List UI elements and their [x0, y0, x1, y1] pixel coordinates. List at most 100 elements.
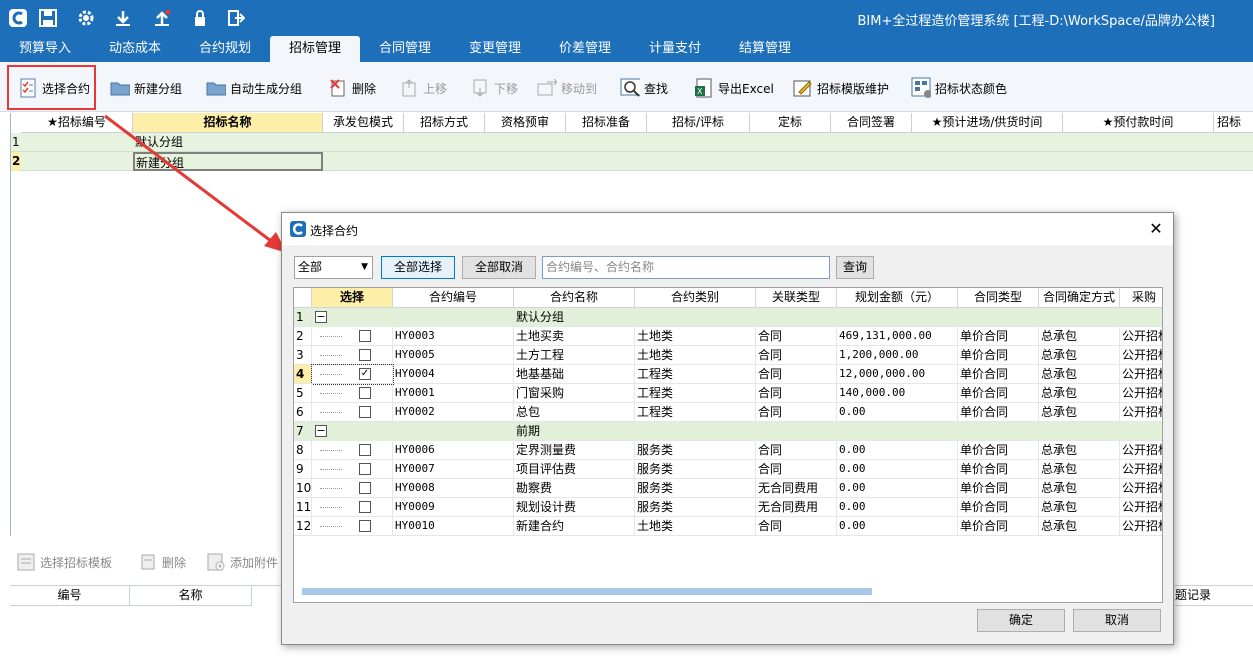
table-row[interactable]: 8 HY0006定界测量费服务类合同0.00单价合同总承包公开招标	[294, 441, 1162, 460]
search-input[interactable]: 合约编号、合约名称	[542, 256, 830, 279]
col-bid-preparation[interactable]: 招标准备	[566, 113, 647, 133]
col-contract-name[interactable]: 合约名称	[514, 288, 635, 308]
collapse-icon[interactable]: −	[315, 425, 327, 437]
menu-measurement-payment[interactable]: 计量支付	[630, 36, 720, 62]
group-name: 默认分组	[514, 308, 1162, 327]
table-row[interactable]: 4 ✓ HY0004 地基基础 工程类 合同 12,000,000.00 单价合同 总承包 公开招…	[294, 364, 1162, 385]
group-row[interactable]: 7− 前期	[294, 422, 1162, 441]
checkbox[interactable]	[359, 349, 371, 361]
exit-icon[interactable]	[224, 6, 248, 30]
table-row[interactable]: 1 默认分组	[11, 133, 1253, 152]
menu-dynamic-cost[interactable]: 动态成本	[90, 36, 180, 62]
col-contract-code[interactable]: 合约编号	[393, 288, 514, 308]
add-attachment-button[interactable]: 添加附件	[206, 552, 278, 572]
col-contract-type[interactable]: 合同类型	[958, 288, 1039, 308]
lock-icon[interactable]	[188, 6, 212, 30]
col-bid-evaluation[interactable]: 招标/评标	[647, 113, 750, 133]
cell-amount: 0.00	[837, 441, 958, 460]
col-advance-payment[interactable]: ★预付款时间	[1063, 113, 1214, 133]
template-maintain-label: 招标模版维护	[817, 81, 890, 96]
checkbox[interactable]	[359, 482, 371, 494]
col-contract-category[interactable]: 合约类别	[635, 288, 756, 308]
horizontal-scrollbar[interactable]	[302, 588, 872, 595]
menu-change-management[interactable]: 变更管理	[450, 36, 540, 62]
checkbox-checked[interactable]: ✓	[359, 368, 371, 380]
move-down-button[interactable]: 下移	[470, 76, 518, 100]
menu-bidding-management[interactable]: 招标管理	[270, 36, 360, 62]
col-planned-amount[interactable]: 规划金额（元）	[837, 288, 958, 308]
col-contract-signing[interactable]: 合同签署	[831, 113, 912, 133]
select-all-button[interactable]: 全部选择	[381, 256, 455, 279]
download-icon[interactable]	[111, 6, 135, 30]
checkbox[interactable]	[359, 387, 371, 399]
upload-icon[interactable]	[150, 6, 174, 30]
template-maintain-button[interactable]: 招标模版维护	[793, 76, 889, 100]
checkbox[interactable]	[359, 330, 371, 342]
cell-purchase: 公开招标	[1120, 327, 1162, 346]
menu-budget-import[interactable]: 预算导入	[0, 36, 90, 62]
query-button[interactable]: 查询	[836, 256, 874, 279]
auto-group-button[interactable]: 自动生成分组	[206, 76, 302, 100]
save-icon[interactable]	[36, 6, 60, 30]
col-prequalification[interactable]: 资格预审	[485, 113, 566, 133]
checkbox[interactable]	[359, 444, 371, 456]
table-row[interactable]: 2 HY0003 土地买卖 土地类 合同 469,131,000.00 单价合同 总承包 公开招…	[294, 327, 1162, 346]
status-color-button[interactable]: 招标状态颜色	[911, 76, 1007, 100]
bottom-delete-button[interactable]: 删除	[138, 552, 186, 572]
cell-method: 总承包	[1039, 384, 1120, 403]
table-row[interactable]: 3 HY0005土方工程土地类合同1,200,000.00单价合同总承包公开招标	[294, 346, 1162, 365]
col-award[interactable]: 定标	[750, 113, 831, 133]
new-group-button[interactable]: 新建分组	[110, 76, 182, 100]
col-bid-name[interactable]: 招标名称	[133, 113, 323, 133]
table-row[interactable]: 9 HY0007项目评估费服务类合同0.00单价合同总承包公开招标	[294, 460, 1162, 479]
close-icon[interactable]: ✕	[1145, 218, 1167, 240]
col-record[interactable]: 题记录	[1175, 586, 1253, 606]
menu-price-difference[interactable]: 价差管理	[540, 36, 630, 62]
select-contract-dialog: 选择合约 ✕ 全部 ▼ 全部选择 全部取消 合约编号、合约名称 查询 选择 合约…	[281, 212, 1174, 645]
group-name-editing[interactable]: 新建分组	[133, 152, 323, 171]
checkbox[interactable]	[359, 501, 371, 513]
col-code[interactable]: 编号	[10, 586, 130, 606]
find-button[interactable]: 查找	[620, 76, 668, 100]
checkbox[interactable]	[359, 520, 371, 532]
col-contract-mode[interactable]: 承发包模式	[323, 113, 404, 133]
cell-amount: 0.00	[837, 403, 958, 422]
group-row[interactable]: 1− 默认分组	[294, 308, 1162, 327]
ok-button[interactable]: 确定	[977, 609, 1065, 632]
table-row[interactable]: 12 HY0010新建合约土地类合同0.00单价合同总承包公开招标	[294, 517, 1162, 536]
category-filter-select[interactable]: 全部 ▼	[294, 256, 373, 279]
col-contract-method[interactable]: 合同确定方式	[1039, 288, 1120, 308]
select-template-button[interactable]: 选择招标模板	[16, 552, 112, 572]
table-row[interactable]: 11 HY0009规划设计费服务类无合同费用0.00单价合同总承包公开招标	[294, 498, 1162, 517]
col-name[interactable]: 名称	[130, 586, 252, 606]
checkbox[interactable]	[359, 406, 371, 418]
app-logo-icon	[290, 221, 306, 240]
table-row[interactable]: 2 新建分组	[11, 152, 1253, 171]
cancel-all-button[interactable]: 全部取消	[462, 256, 536, 279]
table-row[interactable]: 6 HY0002总包工程类合同0.00单价合同总承包公开招标	[294, 403, 1162, 422]
cell-name: 规划设计费	[514, 498, 635, 517]
gear-icon[interactable]	[74, 6, 98, 30]
col-bid-method[interactable]: 招标方式	[404, 113, 485, 133]
move-to-button[interactable]: 移动到	[537, 76, 597, 100]
col-expected-entry[interactable]: ★预计进场/供货时间	[912, 113, 1063, 133]
table-row[interactable]: 5 HY0001门窗采购工程类合同140,000.00单价合同总承包公开招标	[294, 384, 1162, 403]
table-row[interactable]: 10 HY0008勘察费服务类无合同费用0.00单价合同总承包公开招标	[294, 479, 1162, 498]
app-logo-icon	[6, 6, 30, 30]
menu-contract-plan[interactable]: 合约规划	[180, 36, 270, 62]
move-up-button[interactable]: 上移	[399, 76, 447, 100]
cell-purchase: 公开招标	[1120, 498, 1162, 517]
col-bid-more[interactable]: 招标	[1214, 113, 1253, 133]
menu-contract-management[interactable]: 合同管理	[360, 36, 450, 62]
export-excel-button[interactable]: X 导出Excel	[694, 76, 774, 100]
col-bid-code[interactable]: ★招标编号	[21, 113, 133, 133]
col-select[interactable]: 选择	[312, 288, 393, 308]
delete-button[interactable]: 删除	[328, 76, 376, 100]
cancel-button[interactable]: 取消	[1073, 609, 1161, 632]
col-purchase[interactable]: 采购	[1120, 288, 1162, 308]
color-settings-icon	[911, 77, 931, 98]
menu-settlement[interactable]: 结算管理	[720, 36, 810, 62]
col-link-type[interactable]: 关联类型	[756, 288, 837, 308]
checkbox[interactable]	[359, 463, 371, 475]
collapse-icon[interactable]: −	[315, 311, 327, 323]
